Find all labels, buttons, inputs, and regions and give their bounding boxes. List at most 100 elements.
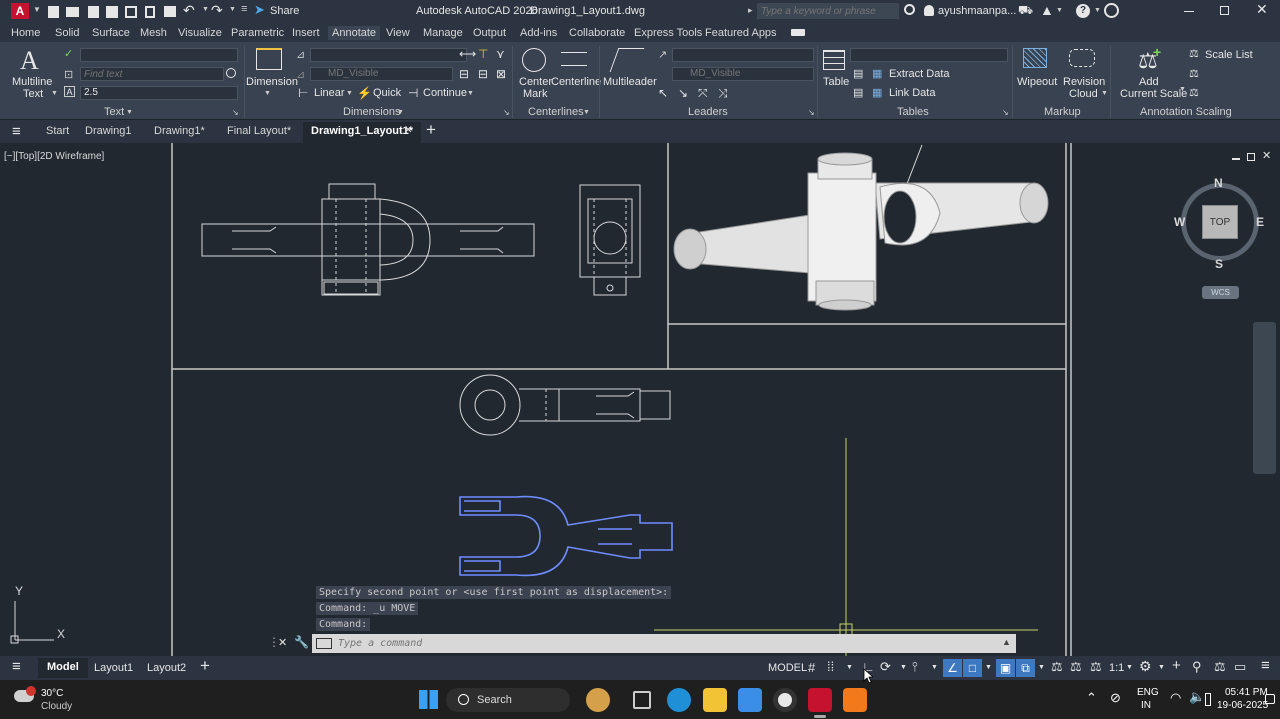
annotation-scale-dropdown-icon[interactable]: ▼ bbox=[1126, 664, 1133, 671]
link-data-label[interactable]: Link Data bbox=[889, 87, 935, 99]
autocad-taskbar-icon[interactable] bbox=[808, 688, 832, 712]
compass-n[interactable]: N bbox=[1214, 176, 1223, 190]
autodesk-dropdown-icon[interactable]: ▼ bbox=[1056, 7, 1063, 14]
doc-tab-drawing1-modified[interactable]: Drawing1* bbox=[154, 125, 205, 137]
revision-cloud-label-1[interactable]: Revision bbox=[1063, 76, 1105, 88]
revision-cloud-icon[interactable] bbox=[1069, 49, 1095, 67]
multiline-text-label-2[interactable]: Text bbox=[23, 88, 43, 100]
microsoft-store-icon[interactable] bbox=[738, 688, 762, 712]
object-snap-icon[interactable]: □ bbox=[963, 659, 982, 677]
table-tool-2-icon[interactable]: ▤ bbox=[853, 86, 863, 99]
edge-browser-icon[interactable] bbox=[667, 688, 691, 712]
customization-icon[interactable]: ≡ bbox=[1261, 657, 1270, 674]
collect-leader-icon[interactable]: ⤨ bbox=[718, 86, 728, 101]
annotation-visibility-icon[interactable]: ⚖ bbox=[1051, 659, 1063, 675]
layout-menu-icon[interactable]: ≡ bbox=[12, 658, 21, 675]
annotation-scaling-label[interactable]: Annotation Scaling bbox=[1140, 106, 1232, 118]
centerline-icon[interactable] bbox=[561, 52, 587, 66]
open-folder-icon[interactable] bbox=[66, 7, 79, 17]
auto-scale-icon[interactable]: ⚖ bbox=[1070, 659, 1082, 675]
taskbar-search[interactable]: Search bbox=[446, 688, 570, 712]
wifi-icon[interactable]: ◠ bbox=[1170, 690, 1181, 706]
command-close-icon[interactable]: ✕ bbox=[278, 636, 287, 649]
tab-home[interactable]: Home bbox=[11, 27, 40, 39]
wcs-menu[interactable]: WCS bbox=[1202, 286, 1239, 299]
new-layout-icon[interactable]: + bbox=[200, 656, 210, 676]
drawing-canvas[interactable]: [−][Top][2D Wireframe] Y X ✕ TOP N S W E… bbox=[0, 143, 1280, 656]
units-icon[interactable]: ⚲ bbox=[1192, 659, 1202, 675]
clock-date[interactable]: 19-06-2025 bbox=[1217, 700, 1268, 711]
file-explorer-icon[interactable] bbox=[703, 688, 727, 712]
tab-featured-apps[interactable]: Featured Apps bbox=[705, 27, 777, 39]
centerlines-panel-label[interactable]: Centerlines bbox=[528, 106, 584, 118]
doc-tab-start[interactable]: Start bbox=[46, 125, 69, 137]
tab-add-ins[interactable]: Add-ins bbox=[520, 27, 557, 39]
linear-icon[interactable]: ⊢ bbox=[298, 86, 308, 100]
minimize-icon[interactable] bbox=[1184, 11, 1194, 12]
dim-tool-1-icon[interactable]: ⟷ bbox=[459, 47, 476, 61]
widgets-app-icon[interactable] bbox=[586, 688, 610, 712]
undo-dropdown-icon[interactable]: ▼ bbox=[202, 6, 209, 13]
viewport-minimize-icon[interactable] bbox=[1232, 158, 1240, 160]
help-search-input[interactable] bbox=[757, 3, 899, 19]
extract-data-icon[interactable]: ▦ bbox=[872, 67, 882, 80]
text-height-combo[interactable]: 2.5 bbox=[80, 86, 238, 100]
leaders-panel-label[interactable]: Leaders bbox=[688, 106, 728, 118]
dimension-label[interactable]: Dimension bbox=[246, 76, 298, 88]
autodesk-logo-icon[interactable]: ▲ bbox=[1040, 2, 1054, 18]
workspace-gear-icon[interactable]: ⚙ bbox=[1139, 658, 1152, 675]
dim-tool-6-icon[interactable]: ⊠ bbox=[496, 67, 506, 81]
help-dropdown-icon[interactable]: ▼ bbox=[1094, 7, 1101, 14]
leader-style-combo[interactable] bbox=[672, 48, 814, 62]
viewport-close-icon[interactable]: ✕ bbox=[1262, 149, 1271, 162]
search-expand-icon[interactable]: ▸ bbox=[748, 5, 753, 16]
task-view-icon[interactable] bbox=[633, 691, 651, 709]
dimensions-panel-dropdown-icon[interactable]: ▼ bbox=[397, 109, 404, 116]
multiline-text-dropdown-icon[interactable]: ▼ bbox=[51, 90, 58, 97]
isodraft-icon[interactable]: ⫯ bbox=[912, 659, 918, 675]
dimension-dropdown-icon[interactable]: ▼ bbox=[264, 90, 271, 97]
save-web-icon[interactable] bbox=[145, 6, 155, 18]
scale-list-label[interactable]: Scale List bbox=[1205, 49, 1253, 61]
doc-tab-final-layout[interactable]: Final Layout* bbox=[227, 125, 291, 137]
tab-collaborate[interactable]: Collaborate bbox=[569, 27, 625, 39]
cart-icon[interactable]: ⛟ bbox=[1018, 3, 1033, 19]
tab-annotate[interactable]: Annotate bbox=[328, 26, 381, 40]
isodraft-dropdown-icon[interactable]: ▼ bbox=[931, 664, 938, 671]
copilot-icon[interactable] bbox=[1104, 3, 1119, 18]
extract-data-label[interactable]: Extract Data bbox=[889, 68, 950, 80]
restore-icon[interactable] bbox=[1220, 6, 1229, 15]
add-current-scale-label-1[interactable]: Add bbox=[1139, 76, 1159, 88]
tab-solid[interactable]: Solid bbox=[55, 27, 79, 39]
layout-tab-layout2[interactable]: Layout2 bbox=[147, 662, 186, 674]
file-tabs-menu-icon[interactable]: ≡ bbox=[12, 123, 21, 140]
dimensions-panel-label[interactable]: Dimensions bbox=[343, 106, 400, 118]
tab-output[interactable]: Output bbox=[473, 27, 506, 39]
app-menu-chevron-icon[interactable]: ▼ bbox=[33, 5, 41, 14]
dim-tool-3-icon[interactable]: ⋎ bbox=[496, 47, 505, 61]
workspace-dropdown-icon[interactable]: ▼ bbox=[1158, 664, 1165, 671]
continue-dropdown-icon[interactable]: ▼ bbox=[467, 90, 474, 97]
text-panel-launcher-icon[interactable]: ↘ bbox=[232, 108, 239, 117]
leaders-launcher-icon[interactable]: ↘ bbox=[808, 108, 815, 117]
object-snap-dropdown-icon[interactable]: ▼ bbox=[985, 664, 992, 671]
text-panel-label[interactable]: Text bbox=[104, 106, 124, 118]
polar-dropdown-icon[interactable]: ▼ bbox=[900, 664, 907, 671]
tab-parametric[interactable]: Parametric bbox=[231, 27, 284, 39]
revision-cloud-dropdown-icon[interactable]: ▼ bbox=[1101, 90, 1108, 97]
scale-tool-1-icon[interactable]: ⚖ bbox=[1189, 67, 1199, 80]
volume-icon[interactable]: 🔈 bbox=[1189, 689, 1205, 705]
add-current-scale-label-2[interactable]: Current Scale bbox=[1120, 88, 1187, 100]
isolate-objects-icon[interactable]: ▭ bbox=[1234, 659, 1246, 675]
share-icon[interactable]: ➤ bbox=[254, 2, 265, 18]
multileader-icon[interactable] bbox=[609, 48, 645, 72]
grid-icon[interactable]: # bbox=[808, 660, 815, 675]
selection-cycling-icon[interactable]: ▣ bbox=[996, 659, 1015, 677]
transparency-icon[interactable]: ⧉ bbox=[1016, 659, 1035, 677]
compass-w[interactable]: W bbox=[1174, 215, 1185, 229]
add-leader-icon[interactable]: ↖ bbox=[658, 86, 668, 100]
share-label[interactable]: Share bbox=[270, 5, 299, 17]
tab-visualize[interactable]: Visualize bbox=[178, 27, 222, 39]
dimensions-launcher-icon[interactable]: ↘ bbox=[503, 108, 510, 117]
save-as-icon[interactable] bbox=[106, 6, 118, 18]
